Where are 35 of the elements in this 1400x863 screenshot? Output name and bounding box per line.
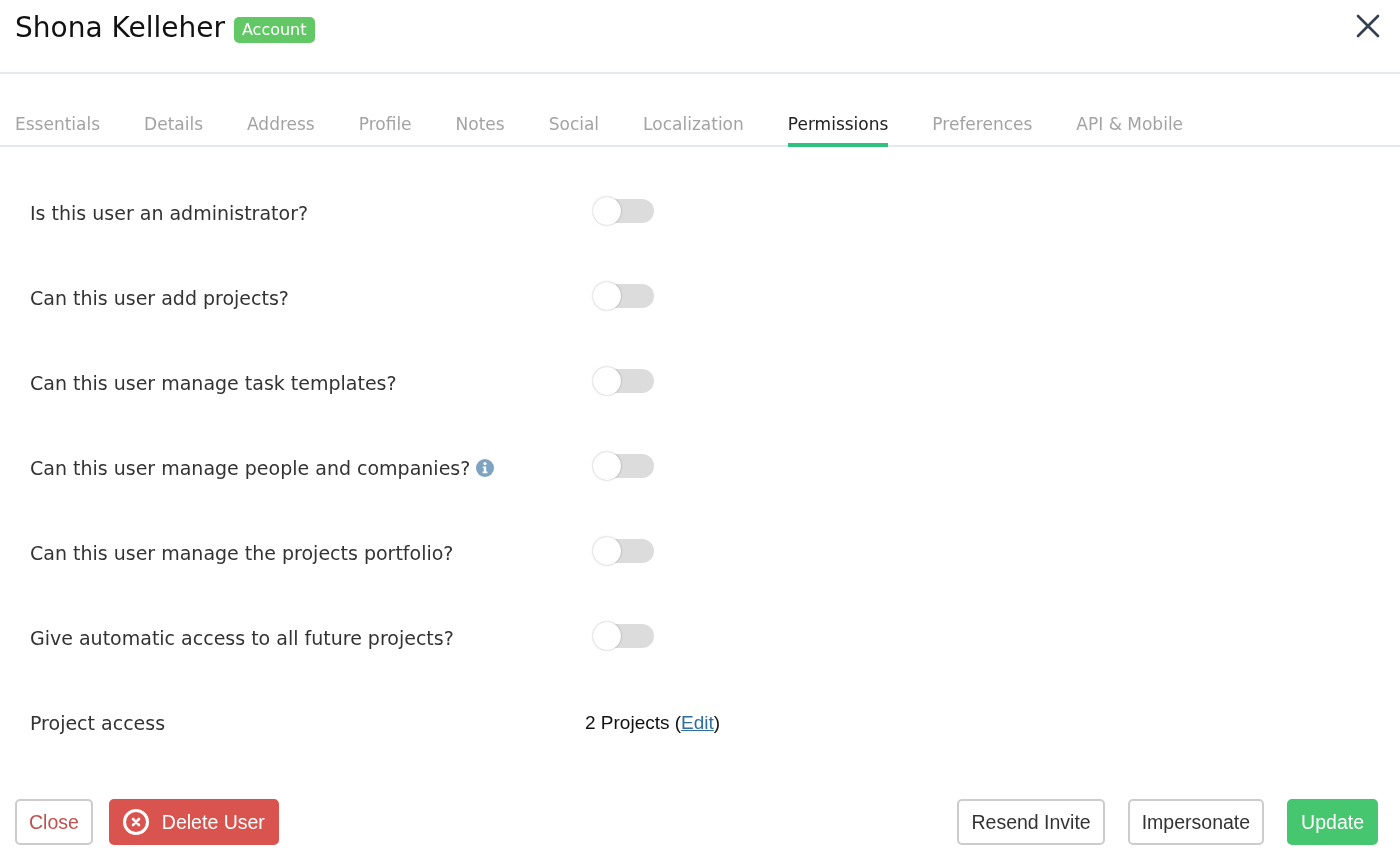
- circle-x-icon: [122, 809, 149, 835]
- project-count-text: 2 Projects (Edit): [585, 711, 721, 733]
- permission-label: Can this user add projects?: [30, 286, 289, 309]
- permission-label: Is this user an administrator?: [30, 201, 309, 224]
- toggle-switch[interactable]: [592, 365, 654, 396]
- toggle-switch[interactable]: [592, 450, 654, 481]
- close-icon[interactable]: [1356, 14, 1380, 38]
- toggle-switch[interactable]: [592, 535, 654, 566]
- tab[interactable]: Profile: [358, 112, 412, 147]
- tab[interactable]: Essentials: [15, 112, 101, 147]
- permission-label: Can this user manage task templates?: [30, 371, 397, 394]
- permission-label: Can this user manage people and companies?: [30, 456, 471, 479]
- project-access-label: Project access: [30, 711, 166, 734]
- footer-button[interactable]: Update: [1287, 799, 1378, 845]
- tab[interactable]: Preferences: [932, 112, 1033, 147]
- edit-link[interactable]: Edit: [681, 711, 714, 733]
- toggle-switch[interactable]: [592, 620, 654, 651]
- account-badge: Account: [233, 17, 315, 43]
- footer-button[interactable]: Resend Invite: [957, 799, 1105, 845]
- info-icon[interactable]: [476, 458, 495, 477]
- tab[interactable]: Details: [144, 112, 203, 147]
- permission-label: Give automatic access to all future projects?: [30, 626, 454, 649]
- delete-button[interactable]: Delete User: [108, 799, 279, 845]
- tab[interactable]: Address: [247, 112, 315, 147]
- toggle-switch[interactable]: [592, 280, 654, 311]
- dialog-title: Shona Kelleher: [15, 10, 225, 46]
- footer-button[interactable]: Close: [15, 799, 93, 845]
- toggle-switch[interactable]: [592, 195, 654, 226]
- tab[interactable]: API & Mobile: [1076, 112, 1184, 147]
- tab[interactable]: Permissions: [787, 112, 889, 147]
- tab[interactable]: Localization: [643, 112, 744, 147]
- tab[interactable]: Notes: [455, 112, 505, 147]
- permission-label: Can this user manage the projects portfolio?: [30, 541, 454, 564]
- footer-button[interactable]: Impersonate: [1127, 799, 1265, 845]
- tab[interactable]: Social: [548, 112, 600, 147]
